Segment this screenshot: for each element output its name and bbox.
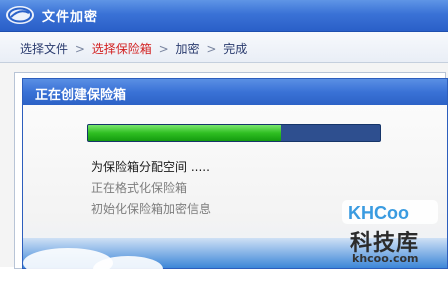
breadcrumb: 选择文件 > 选择保险箱 > 加密 > 完成: [0, 32, 448, 63]
window-titlebar: 文件加密: [0, 0, 448, 32]
window-title: 文件加密: [42, 10, 99, 25]
dialog-title: 正在创建保险箱: [35, 88, 127, 103]
dialog-titlebar: 正在创建保险箱: [23, 79, 447, 105]
breadcrumb-step-select-safe: 选择保险箱: [91, 42, 152, 56]
breadcrumb-separator: >: [74, 42, 85, 56]
watermark-logo: KHCoo: [342, 200, 438, 224]
step-format-safe: 正在格式化保险箱: [91, 181, 188, 195]
breadcrumb-step-encrypt: 加密: [175, 42, 200, 56]
cloud-decoration: [93, 256, 163, 282]
progress-bar: [87, 124, 381, 142]
breadcrumb-step-done: 完成: [223, 42, 248, 56]
breadcrumb-step-select-file: 选择文件: [20, 42, 69, 56]
progress-bar-fill: [88, 125, 281, 141]
app-logo-icon: [6, 6, 34, 24]
step-init-encryption: 初始化保险箱加密信息: [91, 202, 212, 216]
watermark-url: khcoo.com: [352, 252, 419, 265]
breadcrumb-separator: >: [158, 42, 169, 56]
step-allocate-space: 为保险箱分配空间 .....: [91, 160, 210, 174]
step-list: 为保险箱分配空间 ..... 正在格式化保险箱 初始化保险箱加密信息: [91, 157, 211, 220]
svg-text:KHCoo: KHCoo: [348, 203, 409, 223]
breadcrumb-separator: >: [206, 42, 217, 56]
